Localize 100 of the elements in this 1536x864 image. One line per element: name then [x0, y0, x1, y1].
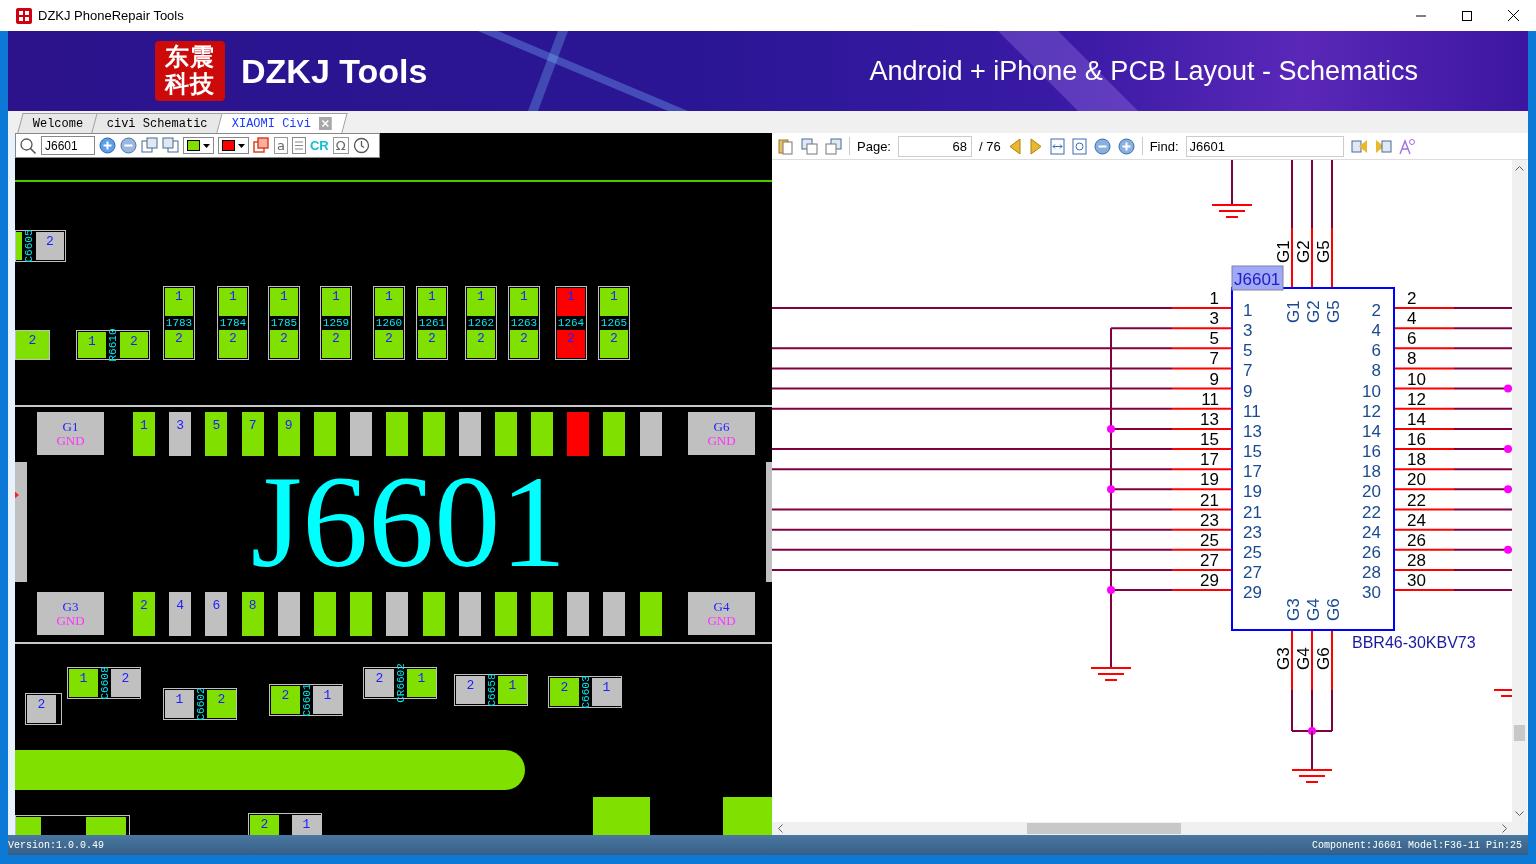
- pin-name: 3: [1243, 321, 1253, 341]
- close-icon[interactable]: [319, 117, 333, 130]
- app-logo-icon: [16, 7, 32, 24]
- pin-name: 11: [1243, 401, 1261, 421]
- solder-pad: 2: [418, 330, 446, 358]
- pin-name: 6: [1371, 341, 1381, 361]
- pin-number: 10: [1407, 369, 1426, 389]
- pin-name: G3: [1284, 598, 1303, 621]
- net-label: GND: [56, 433, 85, 448]
- find-next-icon[interactable]: [1374, 137, 1392, 155]
- solder-pad: 1: [510, 288, 538, 316]
- scroll-left-icon[interactable]: [777, 824, 783, 833]
- pin-name: 27: [1243, 562, 1262, 582]
- pages-icon[interactable]: [825, 137, 842, 155]
- solder-pad: 1: [165, 288, 193, 316]
- scrollbar-thumb[interactable]: [1027, 823, 1181, 834]
- scroll-down-icon[interactable]: [1515, 811, 1524, 817]
- solder-pad: 1: [418, 288, 446, 316]
- pin-name: 2: [1371, 301, 1381, 320]
- scroll-up-icon[interactable]: [1515, 165, 1524, 171]
- solder-pad: [723, 797, 772, 835]
- component-designator: J6601: [250, 454, 567, 590]
- pin-number: 26: [1407, 530, 1426, 550]
- fit-page-icon[interactable]: [1071, 137, 1087, 155]
- vertical-scrollbar[interactable]: [1512, 160, 1527, 822]
- pin-number: G2: [1294, 240, 1313, 263]
- page-field[interactable]: 68: [898, 135, 972, 157]
- scroll-right-icon[interactable]: [1502, 824, 1508, 833]
- document-icon[interactable]: [777, 137, 794, 155]
- letter-button[interactable]: a: [274, 137, 288, 154]
- zoom-in-icon[interactable]: [1117, 137, 1135, 155]
- omega-button[interactable]: Ω: [332, 137, 349, 154]
- caret-icon: [203, 143, 210, 148]
- part-label: 1265: [600, 316, 628, 330]
- pin-number: 1: [1209, 289, 1219, 308]
- scrollbar-thumb[interactable]: [1514, 725, 1525, 741]
- pin-number: 3: [1209, 309, 1219, 329]
- solder-pad: 1: [219, 288, 247, 316]
- document-tab[interactable]: XIAOMI Civi: [216, 113, 349, 133]
- pin-name: 15: [1243, 442, 1262, 462]
- solder-pad: 2: [600, 330, 628, 358]
- pin-number: 25: [1200, 530, 1219, 550]
- pin-number: G1: [1274, 240, 1293, 263]
- pin-number: 13: [1200, 409, 1219, 429]
- solder-pad: 1: [69, 669, 98, 697]
- pin-number: G6: [1314, 647, 1333, 670]
- search-icon[interactable]: [19, 136, 37, 155]
- part-number: BBR46-30KBV73: [1352, 634, 1476, 651]
- pin-number: 21: [1200, 490, 1219, 510]
- pages-icon[interactable]: [141, 137, 158, 154]
- color-picker[interactable]: [218, 137, 249, 154]
- text-size-icon[interactable]: [1398, 137, 1416, 155]
- part-label: C6601: [301, 683, 313, 717]
- zoom-in-icon[interactable]: [99, 137, 116, 154]
- layers-icon[interactable]: [253, 137, 270, 154]
- solder-pad: 2: [250, 815, 279, 835]
- pin-name: 20: [1362, 482, 1381, 502]
- search-field[interactable]: J6601: [41, 136, 95, 155]
- connector-pin-pad: 2: [133, 592, 155, 636]
- ground-symbol-icon: [1211, 160, 1253, 218]
- caret-icon: [238, 143, 245, 148]
- pin-name: G1: [1284, 300, 1303, 323]
- pad-name: G3: [62, 599, 79, 614]
- pin-number: 11: [1201, 389, 1219, 409]
- color-picker[interactable]: [183, 137, 214, 154]
- ground-symbol-icon: [1090, 667, 1132, 681]
- pin-name: 16: [1362, 442, 1381, 462]
- pin-name: 10: [1362, 381, 1381, 401]
- previous-page-icon[interactable]: [1007, 137, 1022, 155]
- document-tab[interactable]: civi Schematic: [91, 113, 224, 133]
- net-label: GND: [56, 613, 85, 628]
- pin-name: 1: [1243, 301, 1253, 320]
- zoom-out-icon[interactable]: [120, 137, 137, 154]
- solder-pad: 1: [165, 690, 194, 718]
- pin-name: 14: [1362, 421, 1381, 441]
- tab-label: Welcome: [32, 116, 84, 131]
- part-label: C6602: [195, 687, 207, 721]
- part-label: C6658: [486, 673, 498, 707]
- pages-icon[interactable]: [801, 137, 818, 155]
- find-previous-icon[interactable]: [1350, 137, 1368, 155]
- pin-number: 24: [1407, 510, 1426, 530]
- solder-pad: 1: [270, 288, 298, 316]
- connector-pin-pad: 4: [169, 592, 192, 636]
- tab-label: XIAOMI Civi: [232, 116, 312, 131]
- list-icon[interactable]: [291, 137, 306, 154]
- pin-name: 13: [1243, 421, 1262, 441]
- find-field[interactable]: J6601: [1185, 135, 1344, 157]
- pin-number: 27: [1200, 550, 1219, 570]
- pages-icon[interactable]: [162, 137, 179, 154]
- solder-pad: 1: [322, 288, 350, 316]
- next-page-icon[interactable]: [1028, 137, 1043, 155]
- horizontal-scrollbar[interactable]: [772, 822, 1528, 835]
- part-label: C6605: [23, 229, 35, 263]
- zoom-out-icon[interactable]: [1093, 137, 1111, 155]
- pin-number: 5: [1209, 329, 1219, 349]
- part-label: 1260: [375, 316, 403, 330]
- pin-number: 22: [1407, 490, 1426, 510]
- part-label: 1783: [165, 316, 193, 330]
- connector-pin-pad: 5: [205, 412, 228, 456]
- fit-width-icon[interactable]: [1049, 137, 1065, 155]
